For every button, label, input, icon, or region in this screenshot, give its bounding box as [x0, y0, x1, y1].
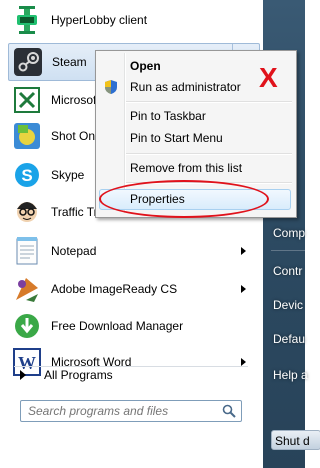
search-input[interactable]	[21, 401, 218, 421]
program-label: HyperLobby client	[51, 13, 148, 27]
uac-shield-icon	[105, 80, 117, 94]
right-item-help[interactable]: Help a	[273, 368, 308, 382]
program-label: Notepad	[51, 244, 97, 258]
program-label: Adobe ImageReady CS	[51, 282, 178, 296]
program-label: Skype	[51, 168, 85, 182]
menu-item-remove[interactable]: Remove from this list	[130, 158, 242, 178]
right-item-computer[interactable]: Comp	[273, 226, 305, 240]
right-item-devices[interactable]: Devic	[273, 298, 303, 312]
skype-icon: S	[11, 159, 43, 191]
properties-highlight	[99, 189, 291, 210]
search-icon[interactable]	[222, 404, 236, 418]
svg-text:S: S	[21, 166, 32, 185]
menu-separator	[126, 101, 292, 103]
menu-item-pin-taskbar[interactable]: Pin to Taskbar	[130, 106, 206, 126]
program-hyperlobby[interactable]: HyperLobby client	[8, 2, 260, 38]
search-box[interactable]	[20, 400, 242, 422]
all-programs-button[interactable]: All Programs	[14, 364, 254, 386]
program-label: Free Download Manager	[51, 319, 184, 333]
shot-online-icon	[11, 120, 43, 152]
program-free-download-manager[interactable]: Free Download Manager	[8, 308, 260, 344]
program-label: Microsof	[51, 93, 97, 107]
hyperlobby-icon	[11, 4, 43, 36]
fdm-icon	[11, 310, 43, 342]
traffic-travis-icon	[11, 196, 43, 228]
excel-icon	[11, 84, 43, 116]
annotation-x-mark: X	[259, 62, 278, 93]
imageready-icon	[11, 273, 43, 305]
notepad-icon	[11, 235, 43, 267]
submenu-arrow-icon	[241, 285, 246, 293]
menu-item-run-as-admin[interactable]: Run as administrator	[130, 77, 241, 97]
right-item-control-panel[interactable]: Contr	[273, 264, 302, 278]
menu-item-open[interactable]: Open	[130, 56, 161, 76]
submenu-arrow-icon	[241, 247, 246, 255]
program-label: Steam	[52, 55, 87, 69]
program-label: Shot Onl	[51, 129, 98, 143]
shutdown-button[interactable]: Shut d	[271, 430, 320, 450]
all-programs-label: All Programs	[44, 368, 113, 382]
menu-separator	[126, 182, 292, 184]
right-item-default-programs[interactable]: Defau	[273, 332, 305, 346]
program-notepad[interactable]: Notepad	[8, 233, 260, 269]
triangle-right-icon	[20, 370, 26, 380]
program-imageready[interactable]: Adobe ImageReady CS	[8, 271, 260, 307]
menu-item-properties[interactable]: Properties	[130, 189, 185, 209]
menu-item-pin-start[interactable]: Pin to Start Menu	[130, 128, 223, 148]
steam-icon	[12, 46, 44, 78]
divider	[271, 250, 311, 251]
start-menu: HyperLobby client Steam Microsof Shot On…	[0, 0, 320, 468]
menu-separator	[126, 153, 292, 155]
